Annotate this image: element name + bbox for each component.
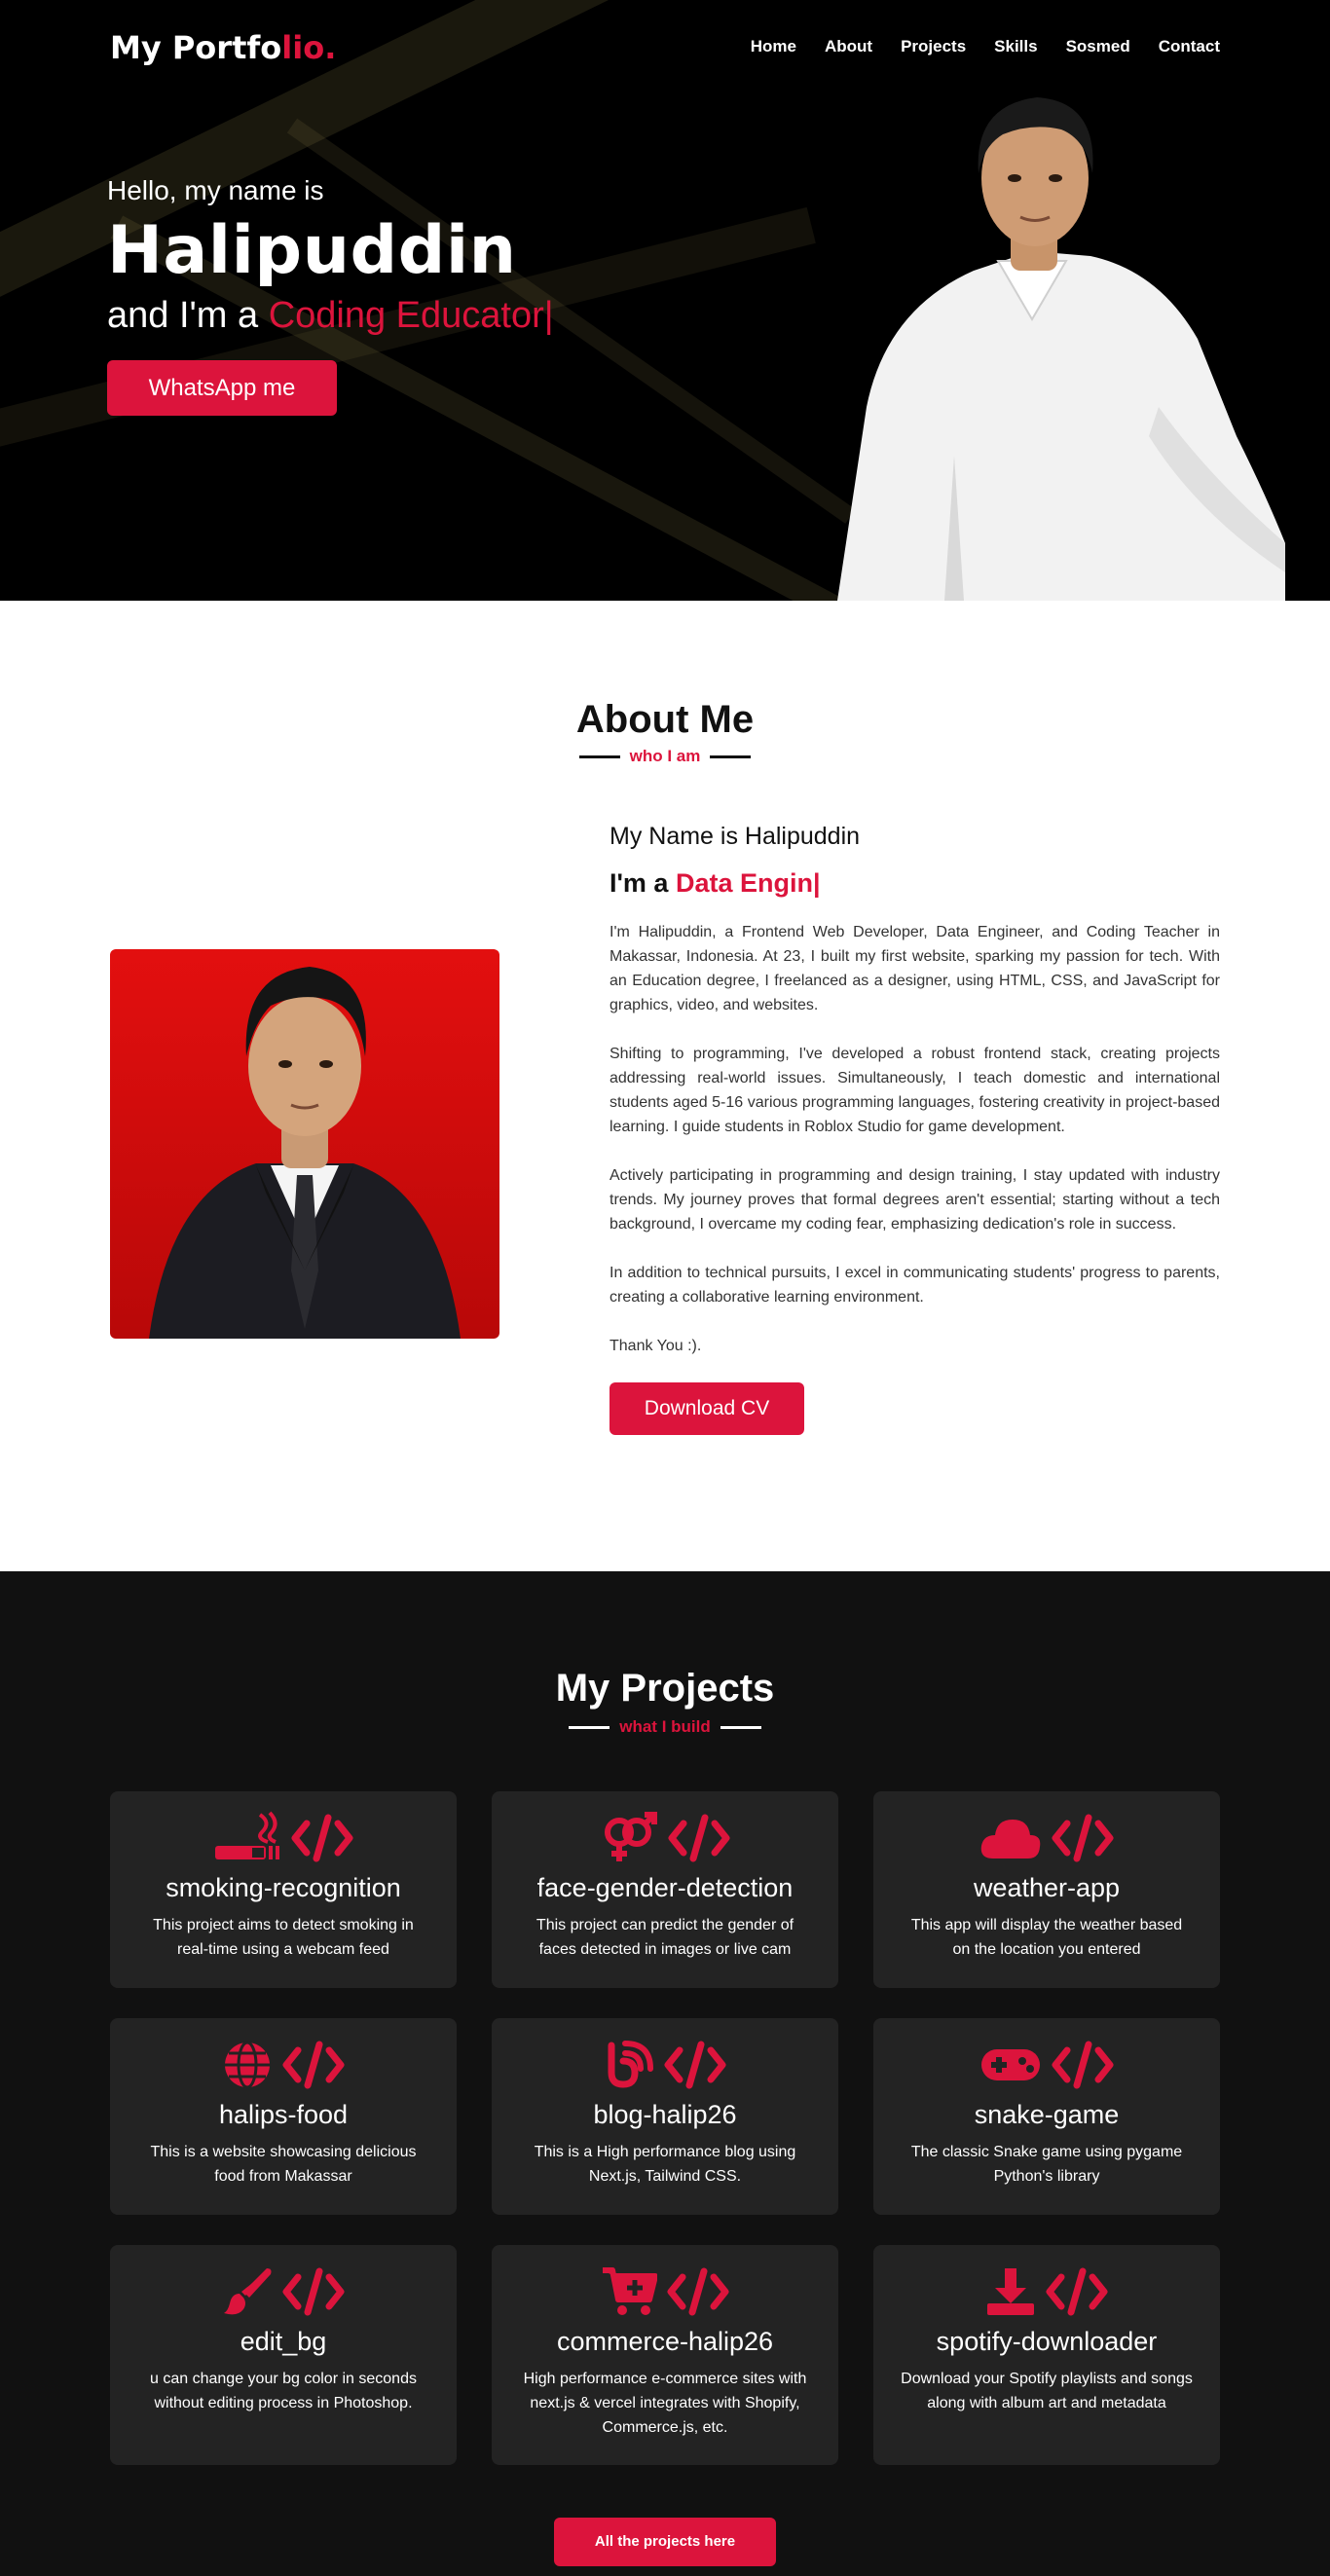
divider bbox=[578, 754, 620, 758]
projects-title: My Projects bbox=[555, 1667, 775, 1710]
cart-plus-icon bbox=[603, 2267, 657, 2315]
project-card[interactable]: weather-app This app will display the we… bbox=[873, 1791, 1220, 1988]
project-card[interactable]: halips-food This is a website showcasing… bbox=[110, 2018, 457, 2215]
about-content: My Name is Halipuddin I'm a Data Engin| … bbox=[610, 823, 1220, 1435]
code-icon bbox=[667, 2267, 729, 2316]
gamepad-icon bbox=[981, 2049, 1040, 2080]
code-icon bbox=[282, 2041, 345, 2089]
project-description: High performance e-commerce sites with n… bbox=[523, 2371, 807, 2436]
project-title: face-gender-detection bbox=[536, 1873, 794, 1902]
project-card[interactable]: smoking-recognition This project aims to… bbox=[110, 1791, 457, 1988]
smoking-icon bbox=[215, 1811, 279, 1859]
project-description: This project aims to detect smoking in r… bbox=[153, 1917, 414, 1958]
nav-about[interactable]: About bbox=[825, 37, 872, 56]
code-icon bbox=[291, 1814, 353, 1862]
about-paragraph: Actively participating in programming an… bbox=[610, 1167, 1220, 1233]
about-paragraph: I'm Halipuddin, a Frontend Web Developer… bbox=[610, 924, 1220, 1013]
about-name: My Name is Halipuddin bbox=[610, 823, 861, 850]
project-description: The classic Snake game using pygame Pyth… bbox=[910, 2144, 1183, 2185]
nav-menu: Home About Projects Skills Sosmed Contac… bbox=[751, 37, 1220, 56]
hero-role: and I'm a Coding Educator| bbox=[107, 295, 554, 336]
hero-name: Halipuddin bbox=[107, 212, 517, 289]
divider bbox=[710, 754, 752, 758]
code-icon bbox=[664, 2041, 726, 2089]
nav-projects[interactable]: Projects bbox=[901, 37, 966, 56]
code-icon bbox=[668, 1814, 730, 1862]
project-description: This project can predict the gender of f… bbox=[536, 1917, 794, 1958]
nav-contact[interactable]: Contact bbox=[1159, 37, 1220, 56]
projects-subtitle: what I build bbox=[0, 1717, 1330, 1737]
about-subtitle: who I am bbox=[0, 747, 1330, 766]
paintbrush-icon bbox=[224, 2268, 272, 2315]
project-card[interactable]: commerce-halip26 High performance e-comm… bbox=[492, 2245, 838, 2465]
about-title: About Me bbox=[575, 698, 755, 741]
project-description: This is a High performance blog using Ne… bbox=[534, 2144, 796, 2185]
project-title: blog-halip26 bbox=[593, 2100, 737, 2129]
project-title: smoking-recognition bbox=[166, 1873, 401, 1902]
project-card[interactable]: edit_bg u can change your bg color in se… bbox=[110, 2245, 457, 2465]
project-title: halips-food bbox=[218, 2100, 349, 2129]
divider bbox=[720, 1725, 761, 1729]
code-icon bbox=[1046, 2267, 1108, 2316]
gender-icon bbox=[605, 1812, 657, 1861]
project-card[interactable]: blog-halip26 This is a High performance … bbox=[492, 2018, 838, 2215]
hero-text: Hello, my name is Halipuddin and I'm a C… bbox=[107, 175, 554, 416]
whatsapp-button[interactable]: WhatsApp me bbox=[107, 360, 337, 416]
project-title: snake-game bbox=[974, 2100, 1120, 2129]
project-title: spotify-downloader bbox=[936, 2327, 1158, 2356]
project-description: u can change your bg color in seconds wi… bbox=[150, 2371, 417, 2411]
project-description: Download your Spotify playlists and song… bbox=[901, 2371, 1193, 2411]
project-card[interactable]: spotify-downloader Download your Spotify… bbox=[873, 2245, 1220, 2465]
profile-photo bbox=[110, 949, 499, 1339]
project-title: weather-app bbox=[973, 1873, 1121, 1902]
divider bbox=[569, 1725, 610, 1729]
projects-section: My Projects what I build smoking-recogni… bbox=[0, 1571, 1330, 2576]
hero-greeting: Hello, my name is bbox=[107, 175, 324, 205]
project-card[interactable]: snake-game The classic Snake game using … bbox=[873, 2018, 1220, 2215]
site-logo[interactable]: My Portfolio. bbox=[110, 29, 336, 66]
download-cv-button[interactable]: Download CV bbox=[610, 1382, 804, 1435]
all-projects-button[interactable]: All the projects here bbox=[554, 2518, 776, 2566]
about-paragraph: In addition to technical pursuits, I exc… bbox=[610, 1265, 1220, 1306]
nav-sosmed[interactable]: Sosmed bbox=[1066, 37, 1130, 56]
about-section: About Me who I am My Name is Halipuddin … bbox=[0, 601, 1330, 1571]
navbar: My Portfolio. Home About Projects Skills… bbox=[0, 0, 1330, 97]
project-title: commerce-halip26 bbox=[556, 2327, 774, 2356]
about-paragraph: Thank You :). bbox=[610, 1338, 702, 1354]
project-title: edit_bg bbox=[240, 2327, 327, 2356]
project-description: This is a website showcasing delicious f… bbox=[150, 2144, 417, 2185]
download-icon bbox=[987, 2268, 1034, 2315]
project-card[interactable]: face-gender-detection This project can p… bbox=[492, 1791, 838, 1988]
blog-icon bbox=[608, 2041, 653, 2088]
cloud-icon bbox=[980, 1820, 1041, 1858]
globe-icon bbox=[225, 2041, 270, 2089]
hero-portrait-photo bbox=[837, 97, 1285, 601]
code-icon bbox=[1052, 2041, 1114, 2089]
nav-skills[interactable]: Skills bbox=[994, 37, 1037, 56]
project-description: This app will display the weather based … bbox=[910, 1917, 1183, 1958]
code-icon bbox=[1052, 1814, 1114, 1862]
nav-home[interactable]: Home bbox=[751, 37, 796, 56]
about-role: I'm a Data Engin| bbox=[610, 868, 821, 898]
code-icon bbox=[282, 2267, 345, 2316]
about-paragraph: Shifting to programming, I've developed … bbox=[610, 1046, 1220, 1135]
hero-section: My Portfolio. Home About Projects Skills… bbox=[0, 0, 1330, 601]
